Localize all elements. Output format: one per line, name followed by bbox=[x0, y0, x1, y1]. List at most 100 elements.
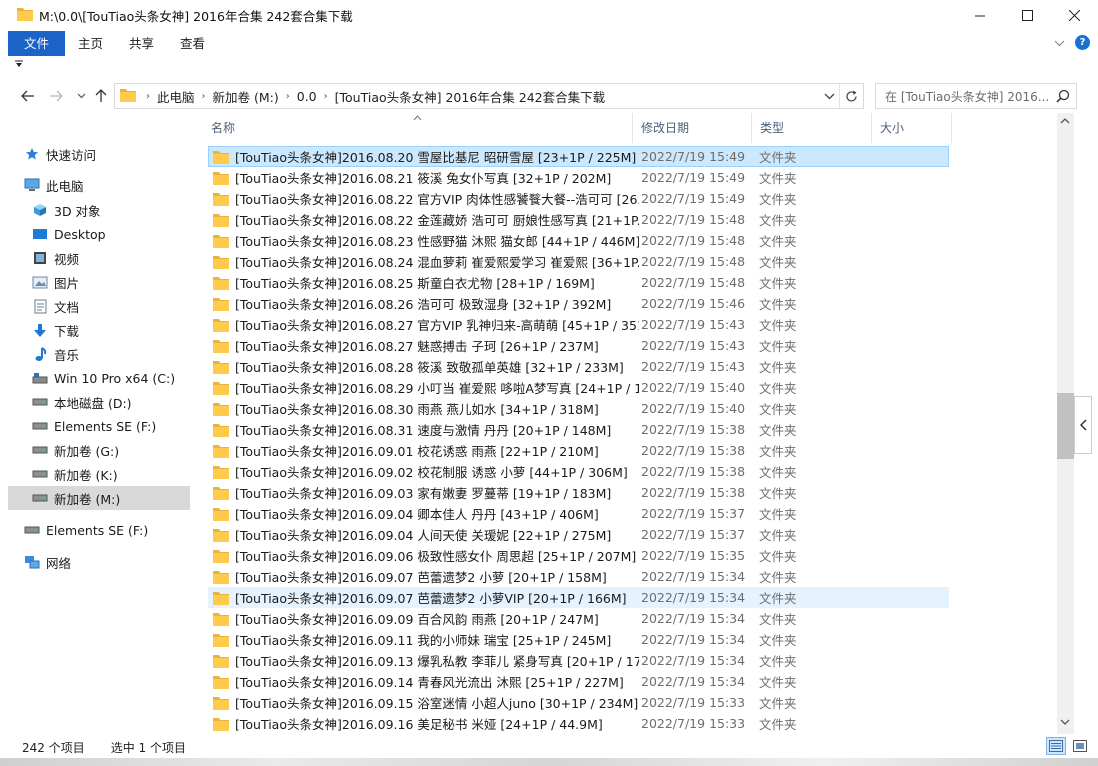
table-row[interactable]: [TouTiao头条女神]2016.08.25 斯童白衣尤物 [28+1P / … bbox=[208, 272, 949, 293]
table-row[interactable]: [TouTiao头条女神]2016.08.29 小叮当 崔爱熙 哆啦A梦写真 [… bbox=[208, 377, 949, 398]
file-type: 文件夹 bbox=[759, 339, 797, 354]
address-bar[interactable]: › 此电脑 › 新加卷 (M:) › 0.0 › [TouTiao头条女神] 2… bbox=[114, 83, 864, 109]
refresh-icon bbox=[846, 90, 857, 102]
tab-home[interactable]: 主页 bbox=[65, 31, 116, 56]
nav-item-2[interactable]: 3D 对象 bbox=[8, 198, 190, 222]
pictures-icon bbox=[32, 274, 48, 290]
table-row[interactable]: [TouTiao头条女神]2016.08.23 性感野猫 沐熙 猫女郎 [44+… bbox=[208, 230, 949, 251]
preview-pane-toggle[interactable] bbox=[1074, 396, 1092, 454]
nav-item-11[interactable]: Elements SE (F:) bbox=[8, 414, 190, 438]
nav-item-9[interactable]: Win 10 Pro x64 (C:) bbox=[8, 366, 190, 390]
column-header-date[interactable]: 修改日期 bbox=[633, 113, 752, 143]
scrollbar-thumb[interactable] bbox=[1057, 393, 1074, 459]
minimize-icon bbox=[975, 15, 985, 17]
file-name: [TouTiao头条女神]2016.08.28 筱溪 致敬孤单英雄 [32+1P… bbox=[235, 360, 624, 375]
file-name: [TouTiao头条女神]2016.09.07 芭蕾遗梦2 小萝VIP [20+… bbox=[235, 591, 627, 606]
table-row[interactable]: [TouTiao头条女神]2016.09.04 卿本佳人 丹丹 [43+1P /… bbox=[208, 503, 949, 524]
search-box[interactable]: 在 [TouTiao头条女神] 2016... bbox=[875, 83, 1077, 109]
column-header-size[interactable]: 大小 bbox=[872, 113, 952, 143]
refresh-button[interactable] bbox=[839, 84, 863, 108]
nav-item-13[interactable]: 新加卷 (K:) bbox=[8, 462, 190, 486]
breadcrumb-drive-m[interactable]: 新加卷 (M:) bbox=[206, 87, 286, 106]
search-input[interactable]: 在 [TouTiao头条女神] 2016... bbox=[885, 88, 1049, 105]
file-date: 2022/7/19 15:48 bbox=[641, 233, 746, 248]
nav-item-6[interactable]: 文档 bbox=[8, 294, 190, 318]
search-icon[interactable] bbox=[1056, 89, 1070, 106]
scroll-down-icon[interactable] bbox=[1060, 719, 1070, 729]
table-row[interactable]: [TouTiao头条女神]2016.09.07 芭蕾遗梦2 小萝 [20+1P … bbox=[208, 566, 949, 587]
address-dropdown-icon[interactable] bbox=[824, 89, 835, 103]
breadcrumb-folder-0-0[interactable]: 0.0 bbox=[290, 89, 324, 104]
table-row[interactable]: [TouTiao头条女神]2016.09.11 我的小师妹 瑞宝 [25+1P … bbox=[208, 629, 949, 650]
table-row[interactable]: [TouTiao头条女神]2016.08.22 金莲藏娇 浩可可 厨娘性感写真 … bbox=[208, 209, 949, 230]
nav-item-0[interactable]: 快速访问 bbox=[8, 142, 190, 166]
folder-icon bbox=[213, 150, 229, 164]
nav-item-8[interactable]: 音乐 bbox=[8, 342, 190, 366]
forward-button[interactable] bbox=[45, 85, 67, 107]
maximize-button[interactable] bbox=[1004, 0, 1051, 31]
table-row[interactable]: [TouTiao头条女神]2016.08.26 浩可可 极致湿身 [32+1P … bbox=[208, 293, 949, 314]
breadcrumb-this-pc[interactable]: 此电脑 bbox=[150, 87, 202, 106]
table-row[interactable]: [TouTiao头条女神]2016.09.06 极致性感女仆 周思超 [25+1… bbox=[208, 545, 949, 566]
minimize-button[interactable] bbox=[957, 0, 1004, 31]
table-row[interactable]: [TouTiao头条女神]2016.08.24 混血萝莉 崔爱熙爱学习 崔爱熙 … bbox=[208, 251, 949, 272]
table-row[interactable]: [TouTiao头条女神]2016.08.30 雨燕 燕儿如水 [34+1P /… bbox=[208, 398, 949, 419]
scroll-up-icon[interactable] bbox=[1060, 117, 1070, 127]
title-bar: M:\0.0\[TouTiao头条女神] 2016年合集 242套合集下载 bbox=[0, 0, 1098, 31]
maximize-icon bbox=[1022, 10, 1033, 21]
nav-item-1[interactable]: 此电脑 bbox=[8, 173, 190, 197]
file-name: [TouTiao头条女神]2016.09.07 芭蕾遗梦2 小萝 [20+1P … bbox=[235, 570, 607, 585]
table-row[interactable]: [TouTiao头条女神]2016.08.20 雪屋比基尼 昭研雪屋 [23+1… bbox=[208, 146, 949, 167]
details-view-button[interactable] bbox=[1046, 737, 1066, 755]
back-button[interactable] bbox=[17, 85, 39, 107]
table-row[interactable]: [TouTiao头条女神]2016.09.09 百合风韵 雨燕 [20+1P /… bbox=[208, 608, 949, 629]
file-name: [TouTiao头条女神]2016.09.04 卿本佳人 丹丹 [43+1P /… bbox=[235, 507, 599, 522]
nav-item-3[interactable]: Desktop bbox=[8, 222, 190, 246]
recent-locations-button[interactable] bbox=[70, 85, 92, 107]
table-row[interactable]: [TouTiao头条女神]2016.08.27 魅惑搏击 子珂 [26+1P /… bbox=[208, 335, 949, 356]
help-icon[interactable]: ? bbox=[1075, 35, 1090, 50]
file-type: 文件夹 bbox=[759, 549, 797, 564]
nav-item-10[interactable]: 本地磁盘 (D:) bbox=[8, 390, 190, 414]
table-row[interactable]: [TouTiao头条女神]2016.09.14 青春风光流出 沐熙 [25+1P… bbox=[208, 671, 949, 692]
tab-file[interactable]: 文件 bbox=[8, 31, 65, 56]
nav-item-7[interactable]: 下载 bbox=[8, 318, 190, 342]
up-button[interactable] bbox=[90, 85, 112, 107]
file-date: 2022/7/19 15:38 bbox=[641, 464, 746, 479]
tab-share[interactable]: 共享 bbox=[116, 31, 167, 56]
nav-item-14[interactable]: 新加卷 (M:) bbox=[8, 486, 190, 510]
table-row[interactable]: [TouTiao头条女神]2016.09.07 芭蕾遗梦2 小萝VIP [20+… bbox=[208, 587, 949, 608]
close-button[interactable] bbox=[1051, 0, 1098, 31]
table-row[interactable]: [TouTiao头条女神]2016.09.01 校花诱惑 雨燕 [22+1P /… bbox=[208, 440, 949, 461]
ribbon-expand-icon[interactable] bbox=[1054, 36, 1065, 50]
close-icon bbox=[1069, 10, 1080, 21]
nav-item-12[interactable]: 新加卷 (G:) bbox=[8, 438, 190, 462]
column-header-type[interactable]: 类型 bbox=[752, 113, 872, 143]
table-row[interactable]: [TouTiao头条女神]2016.09.15 浴室迷情 小超人juno [30… bbox=[208, 692, 949, 713]
nav-item-16[interactable]: 网络 bbox=[8, 550, 190, 574]
file-date: 2022/7/19 15:33 bbox=[641, 695, 746, 710]
large-icons-view-button[interactable] bbox=[1070, 737, 1090, 755]
file-type: 文件夹 bbox=[759, 423, 797, 438]
table-row[interactable]: [TouTiao头条女神]2016.08.28 筱溪 致敬孤单英雄 [32+1P… bbox=[208, 356, 949, 377]
folder-icon bbox=[213, 444, 229, 458]
table-row[interactable]: [TouTiao头条女神]2016.08.22 官方VIP 肉体性感饕餮大餐--… bbox=[208, 188, 949, 209]
table-row[interactable]: [TouTiao头条女神]2016.08.31 速度与激情 丹丹 [20+1P … bbox=[208, 419, 949, 440]
quick-access-toolbar-dropdown-icon[interactable] bbox=[15, 60, 23, 71]
status-bar: 242 个项目 选中 1 个项目 bbox=[0, 736, 1098, 758]
table-row[interactable]: [TouTiao头条女神]2016.09.16 美足秘书 米娅 [24+1P /… bbox=[208, 713, 949, 734]
vertical-scrollbar[interactable] bbox=[1057, 113, 1074, 734]
folder-icon bbox=[213, 213, 229, 227]
nav-item-label: 本地磁盘 (D:) bbox=[54, 395, 132, 411]
table-row[interactable]: [TouTiao头条女神]2016.09.02 校花制服 诱惑 小萝 [44+1… bbox=[208, 461, 949, 482]
table-row[interactable]: [TouTiao头条女神]2016.08.27 官方VIP 乳神归来-高萌萌 [… bbox=[208, 314, 949, 335]
nav-item-4[interactable]: 视频 bbox=[8, 246, 190, 270]
table-row[interactable]: [TouTiao头条女神]2016.09.03 家有嫩妻 罗蔓蒂 [19+1P … bbox=[208, 482, 949, 503]
tab-view[interactable]: 查看 bbox=[167, 31, 218, 56]
nav-item-15[interactable]: Elements SE (F:) bbox=[8, 518, 190, 542]
table-row[interactable]: [TouTiao头条女神]2016.09.13 爆乳私教 李菲儿 紧身写真 [2… bbox=[208, 650, 949, 671]
nav-item-5[interactable]: 图片 bbox=[8, 270, 190, 294]
table-row[interactable]: [TouTiao头条女神]2016.09.04 人间天使 关瑷妮 [22+1P … bbox=[208, 524, 949, 545]
table-row[interactable]: [TouTiao头条女神]2016.08.21 筱溪 兔女仆写真 [32+1P … bbox=[208, 167, 949, 188]
breadcrumb-current-folder[interactable]: [TouTiao头条女神] 2016年合集 242套合集下载 bbox=[328, 87, 612, 106]
